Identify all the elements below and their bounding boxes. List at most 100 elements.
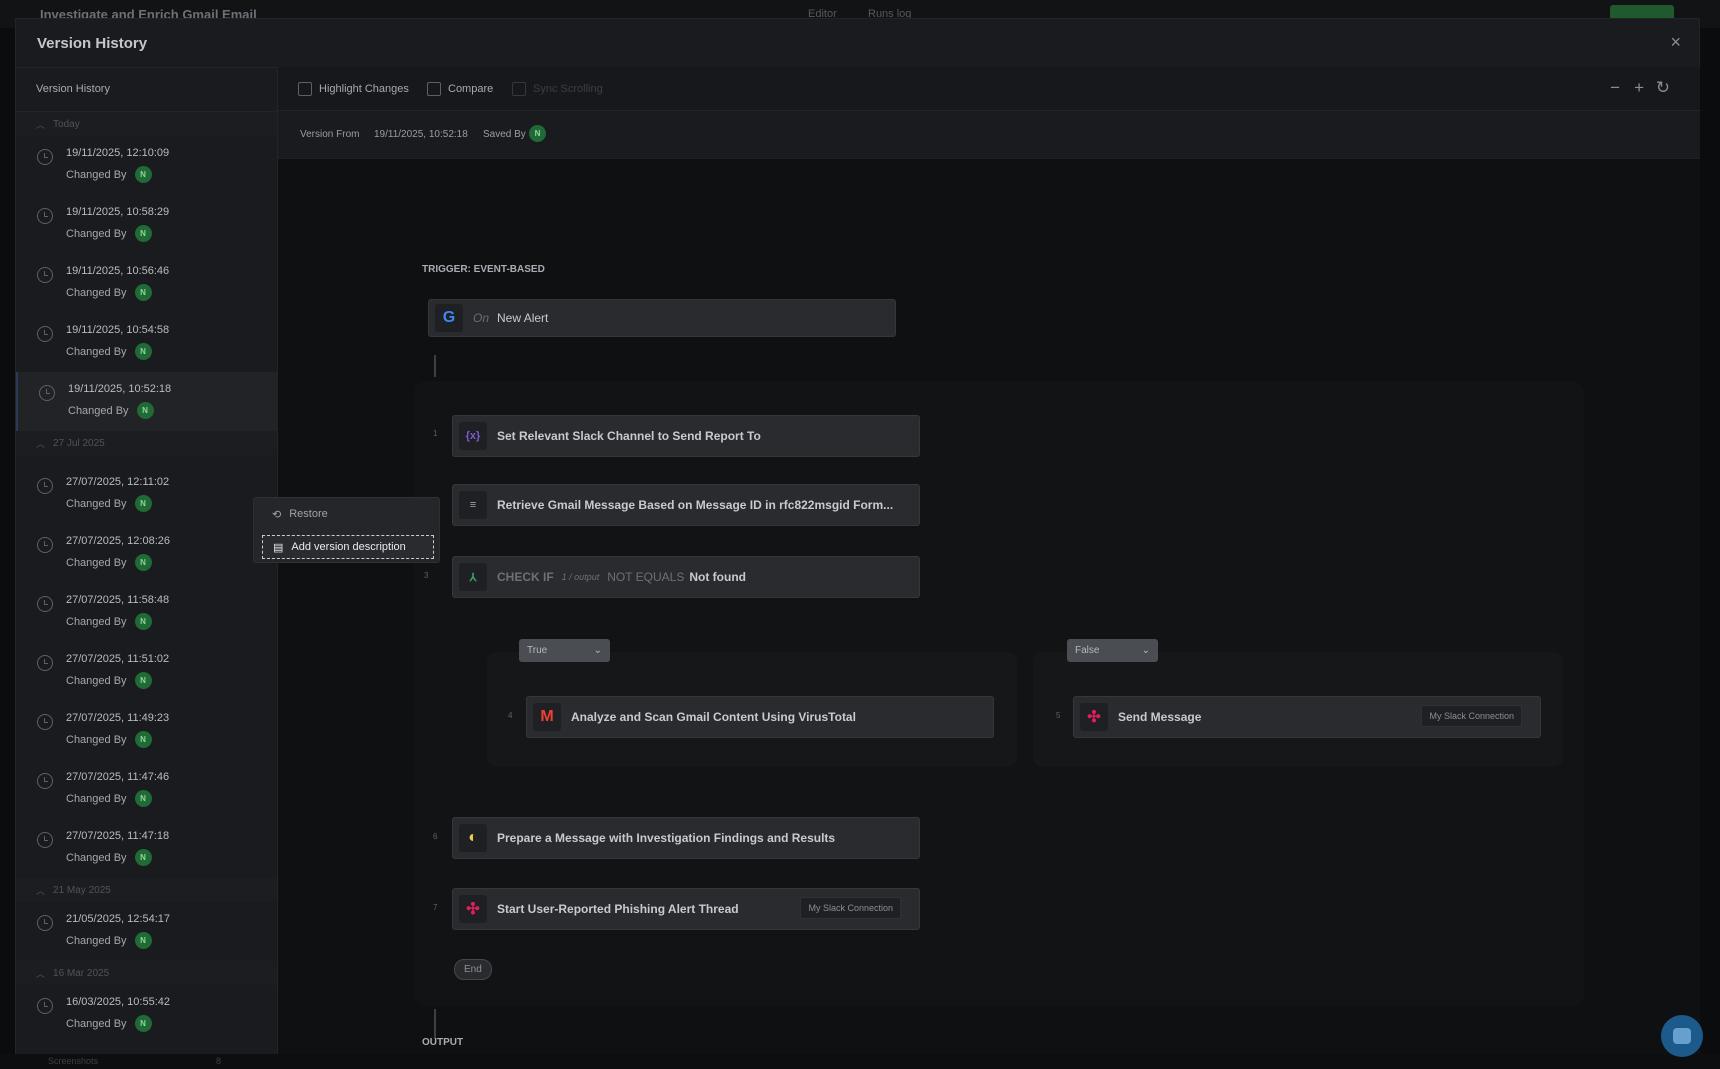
- version-timestamp: 19/11/2025, 10:54:58: [66, 324, 170, 336]
- clock-icon: [37, 915, 53, 931]
- avatar: N: [134, 554, 152, 571]
- version-item[interactable]: 27/07/2025, 11:47:18 Changed By N: [16, 819, 277, 878]
- step-node[interactable]: ✣ Send Message My Slack Connection: [1073, 696, 1541, 738]
- clock-icon: [37, 478, 53, 494]
- step-label: Start User-Reported Phishing Alert Threa…: [497, 902, 739, 916]
- version-context-menu: ⟲ Restore ▤ Add version description: [253, 497, 440, 563]
- modal-header: Version History ×: [16, 19, 1699, 68]
- version-timestamp: 21/05/2025, 12:54:17: [66, 913, 170, 925]
- true-label: True: [527, 645, 548, 656]
- step-number: 5: [1056, 711, 1061, 720]
- changed-by-label: Changed By: [68, 404, 129, 417]
- version-item[interactable]: 27/07/2025, 12:08:26 Changed By N: [16, 524, 277, 583]
- avatar: N: [134, 790, 152, 807]
- add-description-label: Add version description: [291, 541, 406, 553]
- clock-icon: [37, 998, 53, 1014]
- restore-menu-item[interactable]: ⟲ Restore: [262, 502, 434, 526]
- version-info-bar: Version From 19/11/2025, 10:52:18 Saved …: [278, 111, 1700, 159]
- trigger-prefix: On: [473, 311, 490, 325]
- group-label: Today: [53, 118, 80, 130]
- highlight-changes-checkbox[interactable]: Highlight Changes: [298, 82, 409, 96]
- python-icon: ◐: [459, 824, 487, 852]
- version-item[interactable]: 27/07/2025, 11:49:23 Changed By N: [16, 701, 277, 760]
- avatar: N: [134, 731, 152, 748]
- version-item[interactable]: 16/03/2025, 10:55:42 Changed By N: [16, 985, 277, 1044]
- changed-by-label: Changed By: [66, 286, 127, 299]
- chevron-up-icon: ︿: [36, 968, 46, 979]
- step-number: 6: [433, 832, 438, 841]
- step-label: Retrieve Gmail Message Based on Message …: [497, 498, 894, 512]
- false-label: False: [1075, 645, 1100, 656]
- trigger-label: TRIGGER: EVENT-BASED: [422, 264, 545, 275]
- step-node[interactable]: {x} Set Relevant Slack Channel to Send R…: [452, 415, 920, 457]
- chevron-up-icon: ︿: [36, 438, 46, 449]
- group-header-jul[interactable]: ︿ 27 Jul 2025: [16, 431, 277, 455]
- highlight-changes-label: Highlight Changes: [319, 83, 409, 95]
- version-item[interactable]: 27/07/2025, 12:11:02 Changed By N: [16, 465, 277, 524]
- slack-icon: ✣: [1080, 703, 1108, 731]
- restore-icon: ⟲: [272, 508, 282, 521]
- google-icon: G: [435, 304, 463, 332]
- false-branch-dropdown[interactable]: False ⌄: [1067, 639, 1158, 662]
- version-item[interactable]: 21/05/2025, 12:54:17 Changed By N: [16, 902, 277, 961]
- version-item[interactable]: 19/11/2025, 10:56:46 Changed By N: [16, 254, 277, 313]
- zoom-in-icon[interactable]: +: [1634, 78, 1644, 98]
- group-header-may[interactable]: ︿ 21 May 2025: [16, 878, 277, 902]
- true-branch-dropdown[interactable]: True ⌄: [519, 639, 610, 662]
- trigger-node[interactable]: G On New Alert: [428, 299, 896, 337]
- changed-by-label: Changed By: [66, 345, 127, 358]
- group-header-mar[interactable]: ︿ 16 Mar 2025: [16, 961, 277, 985]
- add-description-menu-item[interactable]: ▤ Add version description: [262, 535, 434, 559]
- screenshots-label: Screenshots: [48, 1056, 99, 1066]
- step-node[interactable]: ≡ Retrieve Gmail Message Based on Messag…: [452, 484, 920, 526]
- avatar: N: [134, 1015, 152, 1032]
- version-item[interactable]: 27/07/2025, 11:51:02 Changed By N: [16, 642, 277, 701]
- step-number: 4: [508, 711, 513, 720]
- chevron-down-icon: ⌄: [593, 645, 602, 656]
- step-label: Analyze and Scan Gmail Content Using Vir…: [571, 710, 856, 724]
- close-icon[interactable]: ×: [1670, 32, 1681, 53]
- clock-icon: [37, 208, 53, 224]
- step-label: Send Message: [1118, 710, 1202, 724]
- step-number: 3: [424, 571, 429, 580]
- version-timestamp: 27/07/2025, 11:47:18: [66, 830, 170, 842]
- chevron-up-icon: ︿: [36, 885, 46, 896]
- changed-by-label: Changed By: [66, 497, 127, 510]
- version-item[interactable]: 27/07/2025, 11:47:46 Changed By N: [16, 760, 277, 819]
- chat-icon: [1673, 1028, 1691, 1044]
- variable-icon: {x}: [459, 422, 487, 450]
- version-item-selected[interactable]: 19/11/2025, 10:52:18 Changed By N: [16, 372, 277, 431]
- zoom-out-icon[interactable]: −: [1610, 78, 1620, 98]
- group-label: 21 May 2025: [53, 884, 111, 896]
- gmail-icon: M: [533, 703, 561, 731]
- chat-support-button[interactable]: [1661, 1015, 1703, 1057]
- modal-title: Version History: [37, 35, 148, 52]
- compare-checkbox[interactable]: Compare: [427, 82, 493, 96]
- note-icon: ▤: [273, 541, 284, 554]
- version-timestamp: 19/11/2025, 12:10:09: [66, 147, 170, 159]
- version-item[interactable]: 19/11/2025, 10:58:29 Changed By N: [16, 195, 277, 254]
- clock-icon: [37, 714, 53, 730]
- group-header-today[interactable]: ︿ Today: [16, 112, 277, 136]
- clock-icon: [37, 655, 53, 671]
- version-item[interactable]: 19/11/2025, 12:10:09 Changed By N: [16, 136, 277, 195]
- connection-chip[interactable]: My Slack Connection: [800, 897, 901, 919]
- changed-by-label: Changed By: [66, 934, 127, 947]
- step-node[interactable]: ◐ Prepare a Message with Investigation F…: [452, 817, 920, 859]
- step-node[interactable]: M Analyze and Scan Gmail Content Using V…: [526, 696, 994, 738]
- condition-node[interactable]: ⅄ CHECK IF 1 / output NOT EQUALS Not fou…: [452, 556, 920, 598]
- version-item[interactable]: 27/07/2025, 11:58:48 Changed By N: [16, 583, 277, 642]
- version-timestamp: 27/07/2025, 11:49:23: [66, 712, 170, 724]
- workflow-canvas[interactable]: TRIGGER: EVENT-BASED G On New Alert 1 {x…: [278, 159, 1700, 1054]
- chevron-down-icon: ⌄: [1141, 645, 1150, 656]
- condition-operand: 1 / output: [561, 572, 600, 582]
- avatar: N: [134, 284, 152, 301]
- connection-chip[interactable]: My Slack Connection: [1421, 705, 1522, 727]
- changed-by-label: Changed By: [66, 674, 127, 687]
- version-timestamp: 19/11/2025, 10:56:46: [66, 265, 170, 277]
- version-timestamp: 27/07/2025, 11:58:48: [66, 594, 170, 606]
- avatar: N: [134, 166, 152, 183]
- reset-zoom-icon[interactable]: ↻: [1656, 78, 1670, 98]
- version-item[interactable]: 19/11/2025, 10:54:58 Changed By N: [16, 313, 277, 372]
- step-node[interactable]: ✣ Start User-Reported Phishing Alert Thr…: [452, 888, 920, 930]
